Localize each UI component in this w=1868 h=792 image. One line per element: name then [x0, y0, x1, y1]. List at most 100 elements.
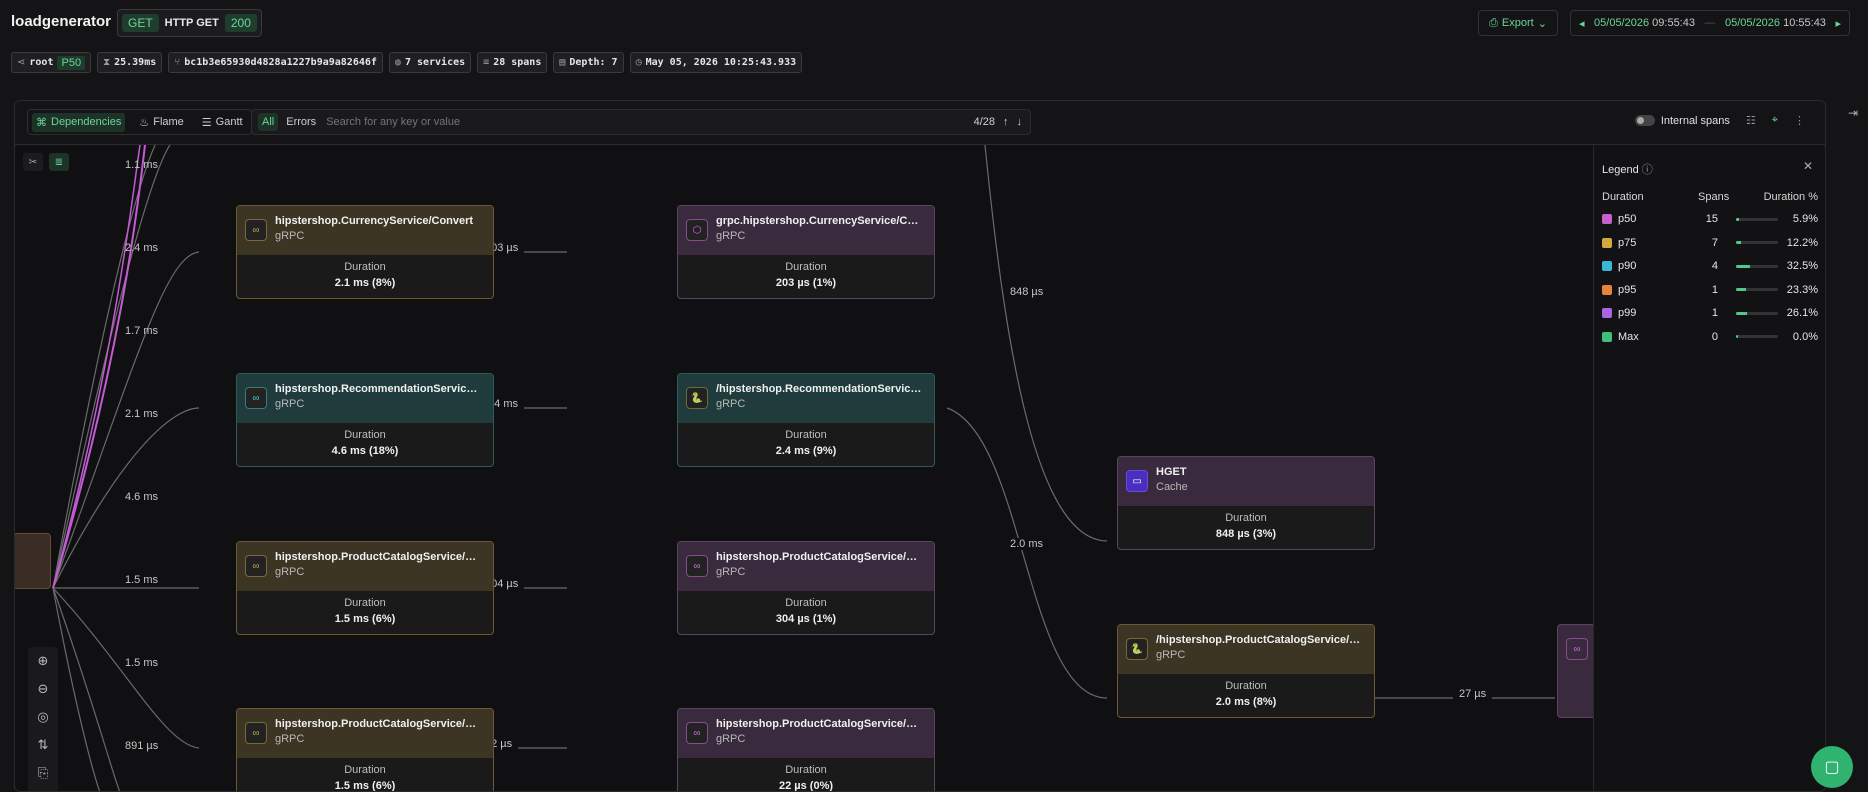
filter-all[interactable]: All: [258, 113, 279, 131]
tab-gantt[interactable]: ☰ Gantt: [198, 113, 247, 132]
info-icon[interactable]: ⓘ: [1642, 164, 1653, 176]
share-icon: ⋖: [17, 57, 26, 68]
zoom-tools: ⊕ ⊖ ◎ ⇅ ⎘ ⌑: [28, 647, 58, 791]
offscreen-node-fragment[interactable]: ∞: [1557, 624, 1595, 718]
legend-row: Max 0 0.0%: [1602, 331, 1818, 343]
chevron-down-icon: ⌄: [1537, 17, 1547, 30]
duration-value: 4.6 ms (18%): [331, 445, 399, 457]
collapse-graph-icon[interactable]: ✂: [23, 153, 43, 171]
dependency-graph[interactable]: ✂ ≣ 1.1 ms 2.4 ms 1.7 ms 2.1 ms 4.6 ms 1…: [15, 145, 1595, 792]
trace-id-stat[interactable]: ⑂ bc1b3e65930d4828a1227b9a9a82646f: [168, 52, 383, 73]
node-kind: gRPC: [275, 230, 305, 242]
duration-value: 25.39ms: [114, 57, 157, 68]
legend-bar-fill: [1736, 311, 1747, 315]
root-label: root: [29, 57, 54, 68]
node-name: /hipstershop.ProductCatalogService/List.…: [1156, 634, 1364, 646]
legend-label: p95: [1602, 284, 1698, 296]
chat-button[interactable]: ▢: [1811, 746, 1853, 788]
collapse-panel-icon[interactable]: ⇥: [1848, 106, 1858, 120]
range-end-date: 05/05/2026: [1724, 17, 1781, 29]
legend-bar-fill: [1736, 217, 1739, 221]
span-node[interactable]: 🐍 /hipstershop.ProductCatalogService/Lis…: [1117, 624, 1375, 718]
clock-icon: ◷: [635, 57, 642, 68]
request-badge[interactable]: GET HTTP GET 200: [117, 9, 262, 37]
tab-dependencies[interactable]: ⌘ Dependencies: [32, 112, 126, 132]
tab-flame[interactable]: ♨ Flame: [135, 113, 187, 132]
legend-pct: 12.2%: [1718, 237, 1818, 249]
download-icon[interactable]: ⎘: [38, 765, 48, 781]
top-bar: loadgenerator GET HTTP GET 200 ⎙ Export …: [0, 0, 1868, 44]
export-button[interactable]: ⎙ Export ⌄: [1478, 10, 1558, 36]
layout-icon[interactable]: ⌖: [1772, 114, 1778, 127]
legend-pct-text: 26.1%: [1786, 307, 1818, 319]
zoom-in-icon[interactable]: ⊕: [38, 653, 49, 669]
search-input[interactable]: [326, 116, 974, 128]
internal-spans-toggle[interactable]: Internal spans: [1634, 114, 1730, 127]
trace-stats-bar: ⋖ root P50 ⧗ 25.39ms ⑂ bc1b3e65930d4828a1227…: [11, 52, 803, 73]
edge-label: 848 µs: [1007, 286, 1047, 298]
more-icon[interactable]: ⋮: [1794, 114, 1805, 127]
legend-row: p90 4 32.5%: [1602, 260, 1818, 272]
prev-range-icon[interactable]: ◂: [1579, 17, 1585, 30]
edge-line: [946, 407, 1108, 699]
redis-icon: ▭: [1126, 470, 1148, 492]
legend-row: p99 1 26.1%: [1602, 307, 1818, 319]
legend-spans: 1: [1711, 283, 1718, 296]
span-node[interactable]: ∞ hipstershop.RecommendationService/List…: [236, 373, 494, 467]
legend-row: p75 7 12.2%: [1602, 237, 1818, 249]
legend-row: p95 1 23.3%: [1602, 284, 1818, 296]
node-name: hipstershop.CurrencyService/Convert: [275, 215, 474, 227]
arrow-down-icon[interactable]: ↓: [1017, 116, 1023, 128]
node-kind: gRPC: [275, 733, 305, 745]
node-name: /hipstershop.RecommendationService/Li...: [716, 383, 924, 395]
duration-value: 2.1 ms (8%): [334, 277, 396, 289]
toggle-switch[interactable]: [1634, 115, 1655, 127]
search-bar: All Errors 4/28 ↑ ↓: [251, 109, 1031, 135]
span-node[interactable]: ∞ hipstershop.ProductCatalogService/Get.…: [677, 708, 935, 791]
node-name: HGET: [1156, 466, 1187, 478]
legend-label: p90: [1602, 260, 1698, 272]
list-icon[interactable]: ☷: [1746, 114, 1756, 127]
status-badge: 200: [224, 14, 257, 32]
branch-icon: ⑂: [174, 57, 181, 68]
sort-icon[interactable]: ⇅: [38, 737, 49, 753]
span-node[interactable]: ▭ HGET Cache Duration 848 µs (3%): [1117, 456, 1375, 550]
recenter-icon[interactable]: ◎: [37, 709, 48, 725]
tab-label: Flame: [153, 116, 184, 128]
span-node[interactable]: ∞ hipstershop.ProductCatalogService/Get.…: [236, 708, 494, 792]
duration-value: 1.5 ms (6%): [334, 780, 396, 792]
root-stat[interactable]: ⋖ root P50: [11, 52, 92, 73]
filter-icon: ≡: [483, 57, 490, 68]
span-node[interactable]: ∞ hipstershop.ProductCatalogService/Get.…: [677, 541, 935, 635]
span-node[interactable]: ⬡ grpc.hipstershop.CurrencyService/Conve…: [677, 205, 935, 299]
node-name: hipstershop.ProductCatalogService/Get...: [275, 551, 483, 563]
legend-pct-text: 23.3%: [1786, 283, 1818, 296]
span-node[interactable]: ∞ hipstershop.CurrencyService/Convert gR…: [236, 205, 494, 299]
close-icon[interactable]: ✕: [1803, 159, 1813, 173]
next-range-icon[interactable]: ▸: [1835, 17, 1841, 30]
node-name: hipstershop.RecommendationService/List..…: [275, 383, 483, 395]
duration-value: 304 µs (1%): [775, 613, 837, 625]
time-range-picker[interactable]: ◂ 05/05/2026 09:55:43 — 05/05/2026 10:55…: [1570, 10, 1850, 36]
legend-swatch: [1602, 284, 1612, 295]
view-tabs: ⌘ Dependencies ♨ Flame ☰ Gantt: [27, 109, 252, 135]
legend-label-text: p99: [1618, 307, 1637, 319]
legend-spans: 4: [1711, 260, 1718, 272]
filter-errors[interactable]: Errors: [282, 113, 320, 131]
edge-line: [52, 251, 200, 589]
root-node-fragment[interactable]: [15, 533, 51, 589]
legend-bar-fill: [1736, 264, 1750, 268]
span-node[interactable]: 🐍 /hipstershop.RecommendationService/Li.…: [677, 373, 935, 467]
export-label: Export: [1501, 17, 1534, 29]
match-count: 4/28: [973, 116, 995, 128]
internal-spans-label: Internal spans: [1660, 114, 1730, 127]
method-badge: GET: [122, 14, 159, 32]
node-js-icon: ⬡: [686, 219, 708, 241]
dependencies-icon: ⌘: [36, 116, 47, 129]
span-node[interactable]: ∞ hipstershop.ProductCatalogService/Get.…: [236, 541, 494, 635]
align-icon[interactable]: ≣: [49, 153, 69, 171]
arrow-up-icon[interactable]: ↑: [1003, 116, 1009, 128]
node-kind: gRPC: [716, 733, 746, 745]
zoom-out-icon[interactable]: ⊖: [38, 681, 49, 697]
legend-pct: 32.5%: [1718, 260, 1818, 272]
